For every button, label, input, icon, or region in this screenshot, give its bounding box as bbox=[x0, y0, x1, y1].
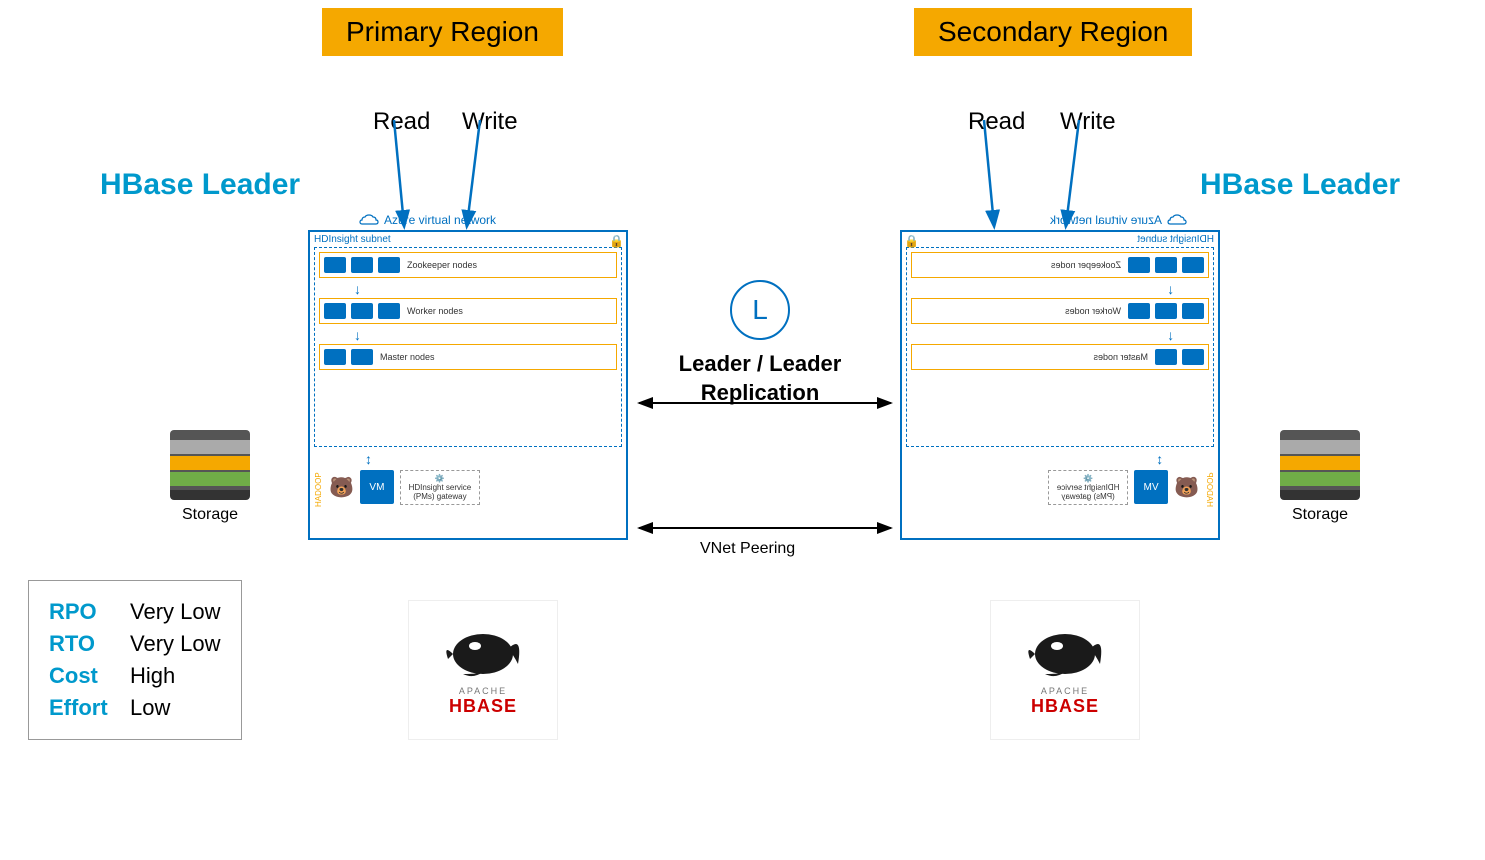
primary-cluster-container: Azure virtual network 🔒 HDInsight subnet… bbox=[308, 230, 628, 540]
secondary-azure-vnet-label: Azure virtual network bbox=[1050, 212, 1188, 228]
vnet-peering-label: VNet Peering bbox=[700, 540, 795, 558]
primary-region-label: Primary Region bbox=[322, 8, 563, 56]
metrics-box: RPO Very Low RTO Very Low Cost High Effo… bbox=[28, 580, 242, 740]
secondary-read-arrow bbox=[972, 110, 1032, 240]
to-edge-arrow: ↕ bbox=[310, 451, 626, 467]
zk-node-3 bbox=[378, 257, 400, 273]
secondary-zookeeper-label: Zookeeper nodes bbox=[1051, 260, 1121, 270]
replication-arrow-top bbox=[625, 388, 905, 418]
secondary-hadoop-label: HADOOP bbox=[1205, 467, 1214, 507]
hbase-logo-right: APACHE HBASE bbox=[990, 600, 1140, 740]
hadoop-label: HADOOP bbox=[314, 467, 323, 507]
azure-vnet-label: Azure virtual network bbox=[358, 212, 496, 228]
hdinsight-service-secondary: ⚙️HDInsight service (PMs) gateway bbox=[1048, 470, 1128, 505]
secondary-master-label: Master nodes bbox=[1093, 352, 1148, 362]
zk-down-arrow: ↓ bbox=[319, 281, 617, 298]
secondary-worker-row: Worker nodes bbox=[911, 298, 1209, 324]
replication-arrow-bottom bbox=[625, 513, 905, 543]
orca-icon-right bbox=[1025, 624, 1105, 684]
secondary-region-label: Secondary Region bbox=[914, 8, 1192, 56]
worker-down-arrow: ↓ bbox=[319, 327, 617, 344]
worker-node-2 bbox=[351, 303, 373, 319]
worker-row: Worker nodes bbox=[319, 298, 617, 324]
master-node-2 bbox=[351, 349, 373, 365]
master-row: Master nodes bbox=[319, 344, 617, 370]
hbase-leader-left: HBase Leader bbox=[100, 168, 300, 202]
master-node-1 bbox=[324, 349, 346, 365]
zk-node-1 bbox=[324, 257, 346, 273]
metric-effort: Effort Low bbox=[49, 695, 221, 721]
zookeeper-row: Zookeeper nodes bbox=[319, 252, 617, 278]
secondary-worker-label: Worker nodes bbox=[1065, 306, 1121, 316]
secondary-cluster-container: Azure virtual network 🔒 HDInsight subnet… bbox=[900, 230, 1220, 540]
edge-node-secondary: VM bbox=[1134, 470, 1168, 504]
hdinsight-service-primary: ⚙️HDInsight service (PMs) gateway bbox=[400, 470, 480, 505]
hbase-leader-right: HBase Leader bbox=[1200, 168, 1400, 202]
worker-label: Worker nodes bbox=[407, 306, 463, 316]
worker-node-1 bbox=[324, 303, 346, 319]
edge-node-primary: VM bbox=[360, 470, 394, 504]
storage-left: Storage bbox=[170, 430, 250, 524]
bear-icon-secondary: 🐻 bbox=[1174, 475, 1199, 500]
secondary-hdinsight-subnet-label: HDInsight subnet bbox=[902, 232, 1218, 247]
bear-icon-primary: 🐻 bbox=[329, 475, 354, 500]
zookeeper-label: Zookeeper nodes bbox=[407, 260, 477, 270]
secondary-zookeeper-row: Zookeeper nodes bbox=[911, 252, 1209, 278]
secondary-master-row: Master nodes bbox=[911, 344, 1209, 370]
master-label: Master nodes bbox=[380, 352, 435, 362]
metric-rpo: RPO Very Low bbox=[49, 599, 221, 625]
worker-node-3 bbox=[378, 303, 400, 319]
metric-rto: RTO Very Low bbox=[49, 631, 221, 657]
leader-circle: L bbox=[730, 280, 790, 340]
zk-node-2 bbox=[351, 257, 373, 273]
storage-right: Storage bbox=[1280, 430, 1360, 524]
hdinsight-subnet-label: HDInsight subnet bbox=[310, 232, 626, 247]
orca-icon-left bbox=[443, 624, 523, 684]
hbase-logo-left: APACHE HBASE bbox=[408, 600, 558, 740]
metric-cost: Cost High bbox=[49, 663, 221, 689]
